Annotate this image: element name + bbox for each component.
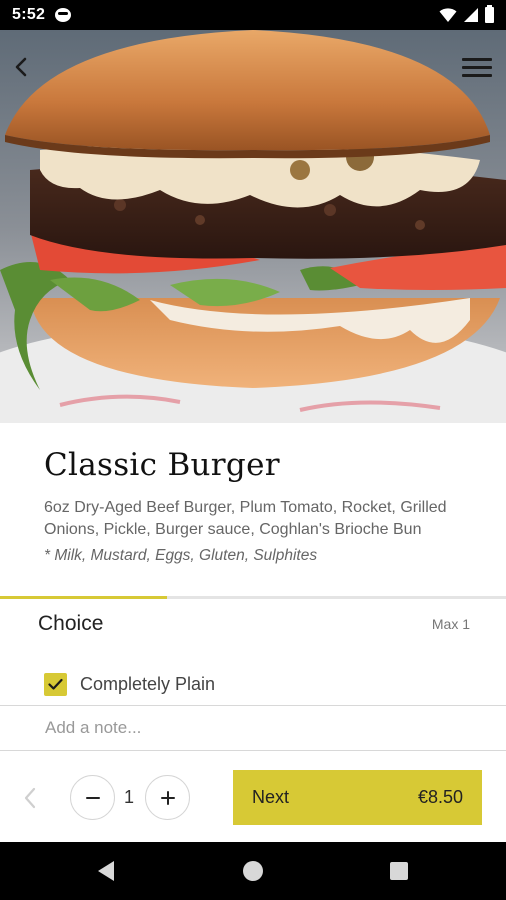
choice-max-label: Max 1 xyxy=(431,616,470,632)
hero-image xyxy=(0,30,506,423)
progress-fill xyxy=(0,596,167,599)
progress-track xyxy=(0,596,506,599)
battery-icon xyxy=(485,5,494,23)
product-description: 6oz Dry-Aged Beef Burger, Plum Tomato, R… xyxy=(44,499,447,538)
note-field[interactable] xyxy=(0,705,506,751)
option-label: Completely Plain xyxy=(80,674,216,694)
option-completely-plain[interactable]: Completely Plain xyxy=(44,673,215,696)
status-time: 5:52 xyxy=(12,6,46,23)
back-button[interactable] xyxy=(8,54,34,80)
plus-icon xyxy=(160,790,175,805)
message-icon xyxy=(55,8,72,22)
product-title: Classic Burger xyxy=(44,447,280,483)
checkbox-checked[interactable] xyxy=(44,673,67,696)
menu-line xyxy=(462,65,492,69)
chevron-left-icon xyxy=(24,787,36,809)
product-info: Classic Burger 6oz Dry-Aged Beef Burger,… xyxy=(0,423,506,565)
signal-icon xyxy=(464,8,478,22)
status-bar: 5:52 xyxy=(0,0,506,30)
action-bar: 1 Next €8.50 xyxy=(0,752,506,842)
burger-photo xyxy=(0,30,506,423)
choice-title: Choice xyxy=(38,612,104,635)
quantity-value: 1 xyxy=(123,787,134,807)
quantity-decrease-button[interactable] xyxy=(70,775,115,820)
previous-button[interactable] xyxy=(20,784,40,812)
nav-back-icon[interactable] xyxy=(98,861,114,881)
menu-line xyxy=(462,57,492,61)
menu-line xyxy=(462,73,492,77)
chevron-left-icon xyxy=(15,57,27,77)
product-allergens: * Milk, Mustard, Eggs, Gluten, Sulphites xyxy=(44,547,318,564)
next-label: Next xyxy=(252,787,290,807)
checkmark-icon xyxy=(48,678,63,690)
minus-icon xyxy=(85,796,100,799)
quantity-increase-button[interactable] xyxy=(145,775,190,820)
hamburger-menu-button[interactable] xyxy=(462,54,492,80)
nav-home-icon[interactable] xyxy=(243,861,263,881)
system-nav-bar xyxy=(0,842,506,900)
choice-header: Choice Max 1 xyxy=(38,612,470,636)
wifi-icon xyxy=(439,8,457,22)
next-button[interactable]: Next €8.50 xyxy=(233,770,482,825)
status-icons xyxy=(439,5,494,23)
price-label: €8.50 xyxy=(417,787,463,807)
nav-recents-icon[interactable] xyxy=(390,862,408,880)
note-input[interactable] xyxy=(0,706,506,750)
